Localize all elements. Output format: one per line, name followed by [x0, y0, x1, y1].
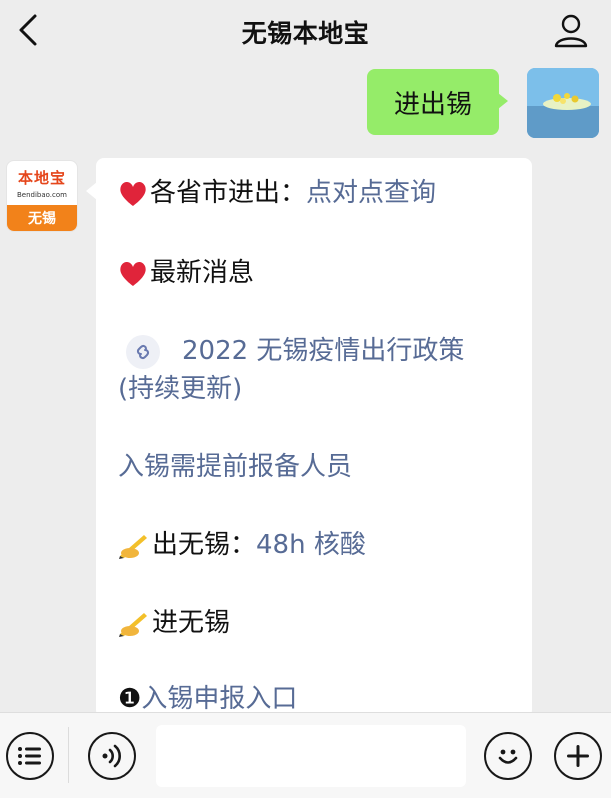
- travel-policy-link-cont[interactable]: (持续更新): [118, 374, 242, 404]
- point-to-point-query-link[interactable]: 点对点查询: [306, 178, 436, 208]
- nucleic-acid-link[interactable]: 48h 核酸: [256, 530, 366, 560]
- message-line-2: 最新消息: [118, 254, 254, 292]
- entry-report-link[interactable]: 入锡申报入口: [141, 684, 297, 714]
- menu-button[interactable]: [6, 732, 54, 780]
- avatar-logo-text: 本地宝: [17, 169, 66, 187]
- menu-icon: [18, 747, 41, 765]
- mini-program-icon: [126, 334, 160, 369]
- message-line-1: 各省市进出：点对点查询: [118, 174, 436, 212]
- line5-label: 出无锡：: [152, 530, 257, 560]
- message-line-6: 进无锡: [118, 604, 230, 642]
- profile-button[interactable]: [551, 10, 591, 50]
- chat-title: 无锡本地宝: [241, 19, 370, 48]
- chat-header: 无锡本地宝: [0, 0, 611, 64]
- my-avatar[interactable]: [527, 68, 599, 138]
- plus-icon: [567, 745, 589, 767]
- user-icon: [554, 14, 588, 48]
- incoming-message-bubble: 各省市进出：点对点查询 最新消息 2022 无锡疫情出行政策 (持续更新) 入锡…: [96, 158, 532, 718]
- number-one-icon: ❶: [118, 684, 142, 714]
- message-line-3[interactable]: 2022 无锡疫情出行政策: [118, 332, 464, 370]
- emoji-icon: [498, 749, 518, 764]
- writing-hand-icon: [119, 534, 147, 559]
- travel-policy-link[interactable]: 2022 无锡疫情出行政策: [182, 336, 464, 366]
- avatar-image: [527, 68, 599, 138]
- chat-input-bar: [0, 712, 611, 798]
- message-line-4: 入锡需提前报备人员: [118, 448, 352, 486]
- outgoing-message-bubble[interactable]: 进出锡: [367, 69, 508, 135]
- bot-avatar[interactable]: 本地宝 Bendibao.com 无锡: [6, 160, 78, 232]
- message-input[interactable]: [156, 725, 466, 787]
- avatar-logo-city: 无锡: [7, 205, 77, 231]
- avatar-logo-sub: Bendibao.com: [16, 191, 67, 199]
- line1-label: 各省市进出：: [150, 178, 307, 208]
- heart-icon: [120, 261, 146, 286]
- bar-divider: [68, 727, 69, 783]
- voice-button[interactable]: [88, 732, 136, 780]
- outgoing-message-row: 进出锡: [299, 68, 599, 140]
- emoji-button[interactable]: [484, 732, 532, 780]
- back-button[interactable]: [8, 10, 48, 50]
- message-line-5: 出无锡：48h 核酸: [118, 526, 366, 564]
- line2-label: 最新消息: [150, 258, 255, 288]
- writing-hand-icon: [119, 612, 147, 637]
- voice-icon: [102, 744, 121, 768]
- line6-label: 进无锡: [152, 608, 231, 638]
- plus-button[interactable]: [554, 732, 602, 780]
- pre-report-personnel-link[interactable]: 入锡需提前报备人员: [118, 452, 352, 482]
- heart-icon: [120, 181, 146, 206]
- chevron-left-icon: [19, 14, 37, 46]
- message-line-3-cont: (持续更新): [118, 370, 242, 408]
